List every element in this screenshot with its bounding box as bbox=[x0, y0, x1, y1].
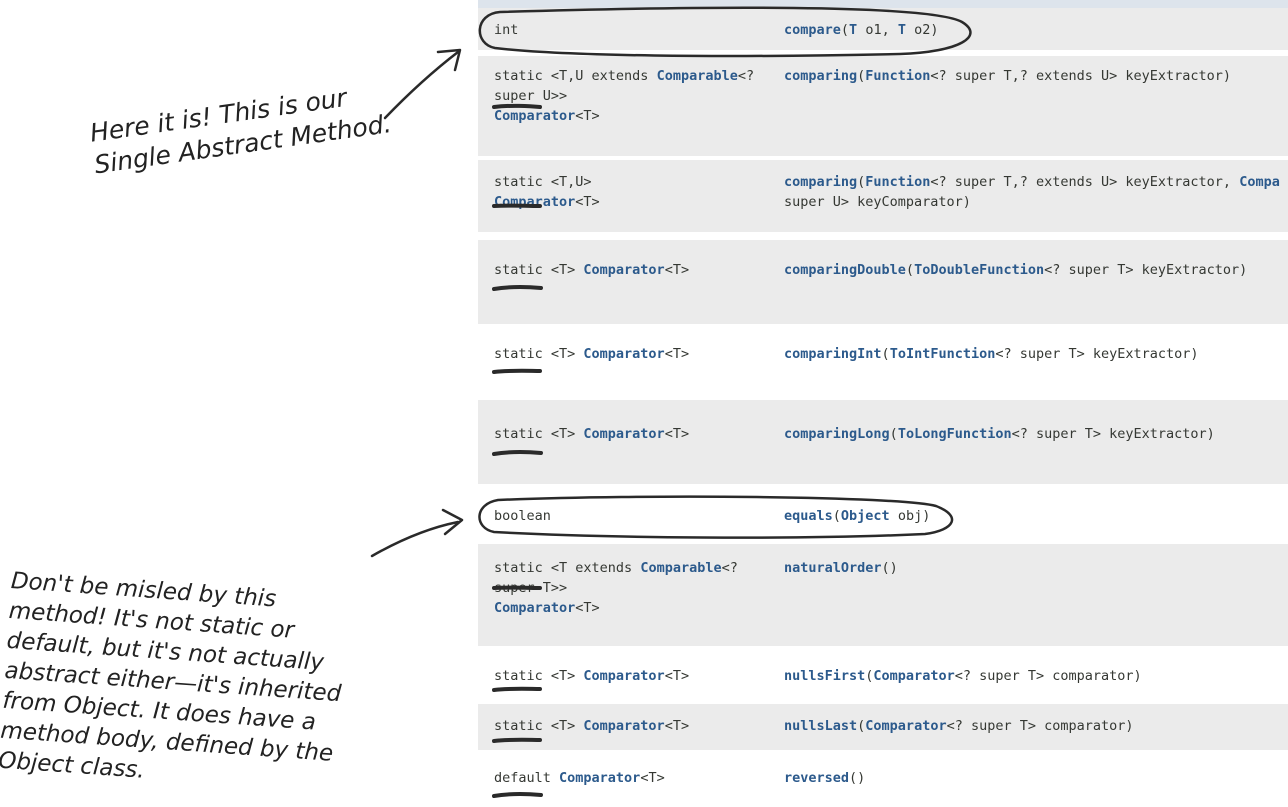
equals-circle bbox=[478, 495, 954, 539]
underline-static-8 bbox=[492, 737, 542, 743]
compare-circle bbox=[478, 6, 972, 58]
arrow-to-compare bbox=[383, 50, 460, 120]
underline-static-1 bbox=[492, 103, 542, 109]
arrow-to-equals bbox=[370, 520, 460, 558]
underline-default bbox=[492, 792, 543, 798]
underline-static-3 bbox=[492, 285, 543, 291]
underline-static-4 bbox=[492, 368, 542, 374]
underline-static-5 bbox=[492, 450, 543, 456]
underline-static-7 bbox=[492, 686, 542, 692]
annotation-marks bbox=[370, 6, 972, 798]
